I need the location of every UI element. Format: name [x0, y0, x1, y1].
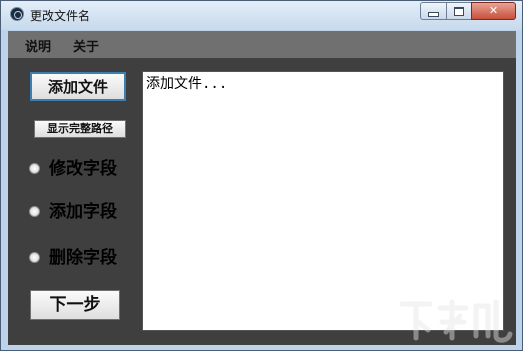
option-label: 删除字段 [49, 248, 117, 268]
menu-item-help[interactable]: 说明 [25, 36, 51, 55]
main-window: 更改文件名 ✕ 说明 关于 添加文件 显示完整路径 修改字段 添加字段 删除字段… [0, 0, 523, 351]
option-label: 添加字段 [49, 202, 117, 222]
menu-item-about[interactable]: 关于 [73, 36, 99, 55]
menu-bar: 说明 关于 [8, 31, 516, 58]
radio-delete-field[interactable] [29, 252, 40, 263]
maximize-button[interactable] [446, 2, 472, 20]
next-step-button[interactable]: 下一步 [30, 290, 120, 320]
client-area: 添加文件 显示完整路径 修改字段 添加字段 删除字段 下一步 添加文件... [8, 58, 516, 345]
title-bar[interactable]: 更改文件名 ✕ [1, 1, 522, 30]
minimize-button[interactable] [420, 2, 447, 20]
maximize-icon [454, 7, 464, 16]
close-button[interactable]: ✕ [471, 2, 516, 20]
window-title: 更改文件名 [30, 9, 91, 23]
show-full-path-button[interactable]: 显示完整路径 [34, 120, 126, 138]
app-icon[interactable] [10, 7, 24, 21]
file-list-textbox[interactable]: 添加文件... [142, 71, 504, 331]
close-icon: ✕ [488, 4, 499, 17]
minimize-icon [428, 12, 439, 17]
radio-add-field[interactable] [29, 206, 40, 217]
radio-modify-field[interactable] [29, 163, 40, 174]
option-label: 修改字段 [49, 159, 117, 179]
add-file-button[interactable]: 添加文件 [30, 72, 126, 101]
